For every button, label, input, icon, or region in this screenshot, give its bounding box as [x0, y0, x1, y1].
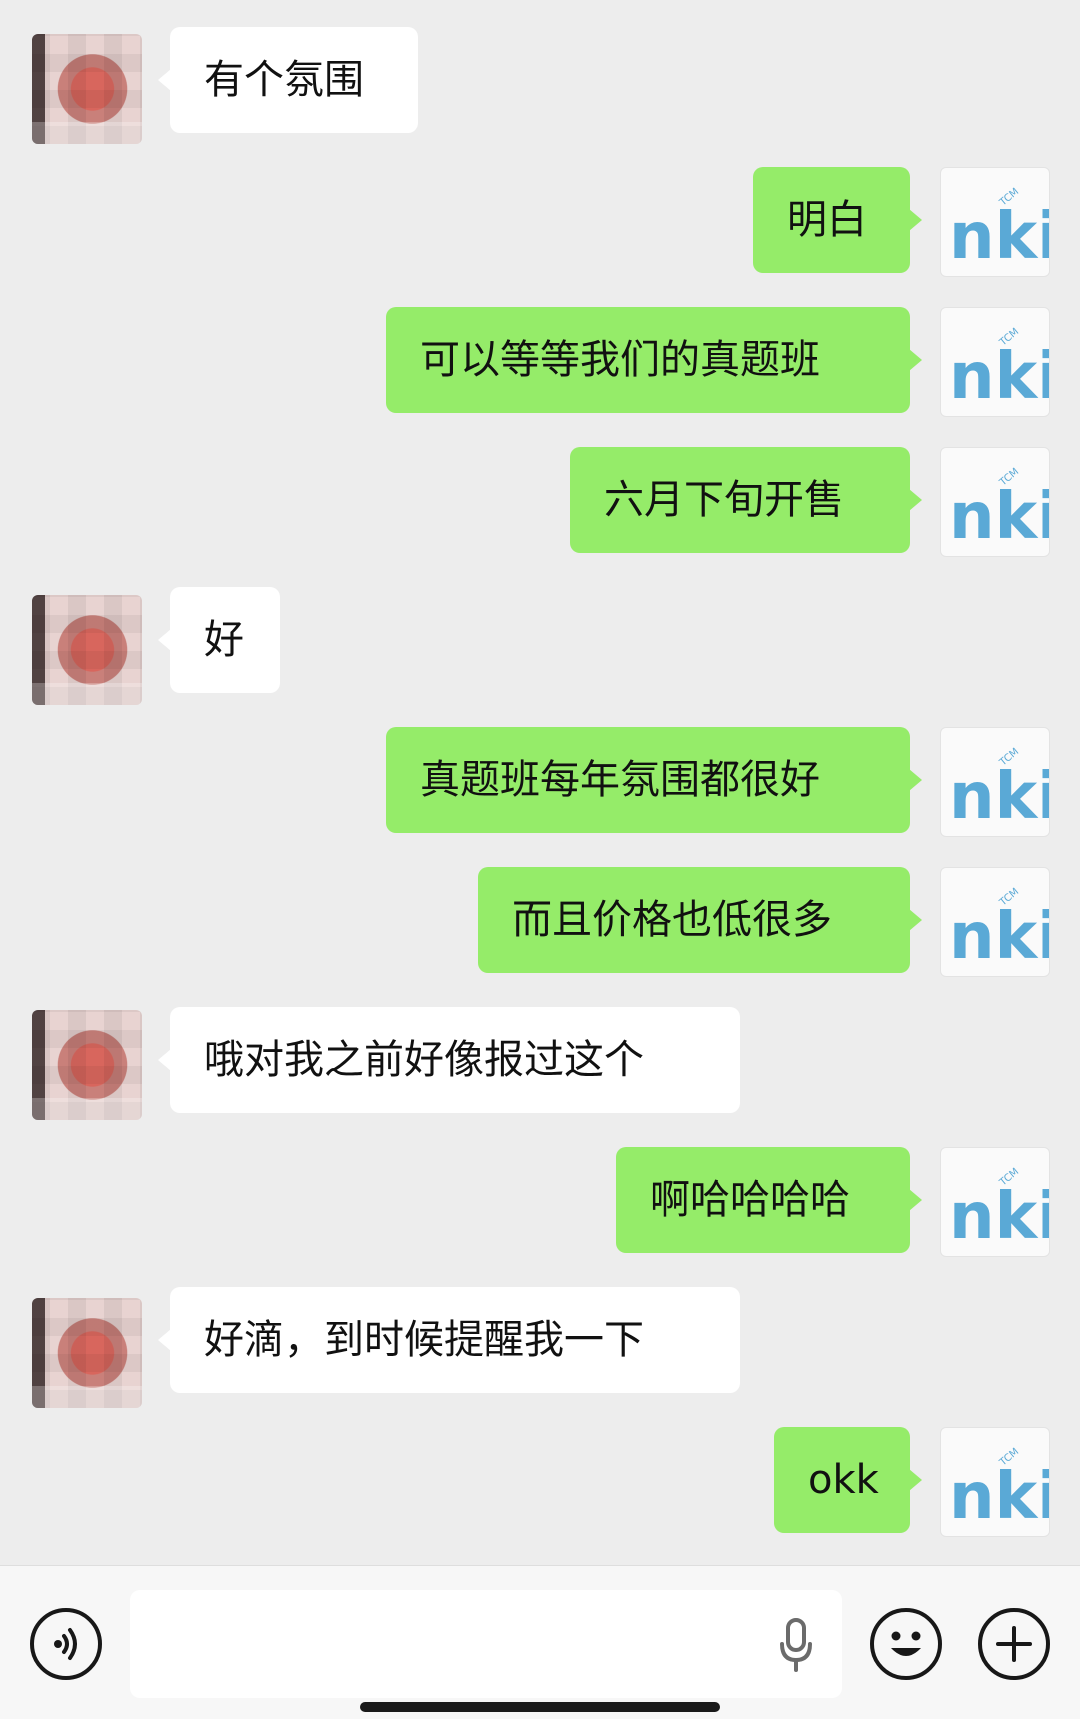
- plus-icon: [996, 1626, 1032, 1662]
- svg-text:nki: nki: [949, 340, 1050, 414]
- contact-avatar[interactable]: [32, 34, 142, 144]
- emoji-icon: [891, 1631, 921, 1656]
- outgoing-message[interactable]: 可以等等我们的真题班: [386, 307, 922, 413]
- nki-logo-icon: nki TCM: [949, 1166, 1050, 1254]
- nki-logo-icon: nki TCM: [949, 886, 1050, 974]
- svg-text:nki: nki: [949, 1460, 1050, 1534]
- svg-text:nki: nki: [949, 1180, 1050, 1254]
- brand-logo-avatar[interactable]: nki TCM: [940, 727, 1050, 837]
- emoji-button[interactable]: [870, 1608, 942, 1680]
- contact-avatar[interactable]: [32, 1298, 142, 1408]
- contact-avatar[interactable]: [32, 595, 142, 705]
- incoming-message[interactable]: 好滴，到时候提醒我一下: [158, 1287, 740, 1393]
- brand-logo-avatar[interactable]: nki TCM: [940, 307, 1050, 417]
- voice-mode-icon: [54, 1628, 77, 1660]
- microphone-icon[interactable]: [776, 1616, 816, 1672]
- contact-avatar[interactable]: [32, 1010, 142, 1120]
- more-options-button[interactable]: [978, 1608, 1050, 1680]
- outgoing-message[interactable]: 六月下旬开售: [570, 447, 922, 553]
- outgoing-message[interactable]: okk: [774, 1427, 922, 1533]
- message-input-bar: [0, 1565, 1080, 1719]
- message-text-field[interactable]: [130, 1590, 842, 1698]
- nki-logo-icon: nki TCM: [949, 746, 1050, 834]
- brand-logo-avatar[interactable]: nki TCM: [940, 167, 1050, 277]
- svg-text:nki: nki: [949, 480, 1050, 554]
- svg-text:nki: nki: [949, 200, 1050, 274]
- svg-text:nki: nki: [949, 900, 1050, 974]
- chat-message-list: 有个氛围 明白 nki TCM 可以等等我们的真题班 nki TCM 六月下旬开…: [0, 0, 1080, 1565]
- home-indicator[interactable]: [360, 1702, 720, 1712]
- svg-text:nki: nki: [949, 760, 1050, 834]
- nki-logo-icon: nki TCM: [949, 186, 1050, 274]
- nki-logo-icon: nki TCM: [949, 466, 1050, 554]
- nki-logo-icon: nki TCM: [949, 326, 1050, 414]
- voice-mode-button[interactable]: [30, 1608, 102, 1680]
- outgoing-message[interactable]: 真题班每年氛围都很好: [386, 727, 922, 833]
- outgoing-message[interactable]: 明白: [753, 167, 922, 273]
- outgoing-message[interactable]: 而且价格也低很多: [478, 867, 922, 973]
- nki-logo-icon: nki TCM: [949, 1446, 1050, 1534]
- incoming-message[interactable]: 哦对我之前好像报过这个: [158, 1007, 740, 1113]
- incoming-message[interactable]: 好: [158, 587, 280, 693]
- outgoing-message[interactable]: 啊哈哈哈哈: [616, 1147, 922, 1253]
- incoming-message[interactable]: 有个氛围: [158, 27, 418, 133]
- brand-logo-avatar[interactable]: nki TCM: [940, 867, 1050, 977]
- brand-logo-avatar[interactable]: nki TCM: [940, 1427, 1050, 1537]
- brand-logo-avatar[interactable]: nki TCM: [940, 447, 1050, 557]
- brand-logo-avatar[interactable]: nki TCM: [940, 1147, 1050, 1257]
